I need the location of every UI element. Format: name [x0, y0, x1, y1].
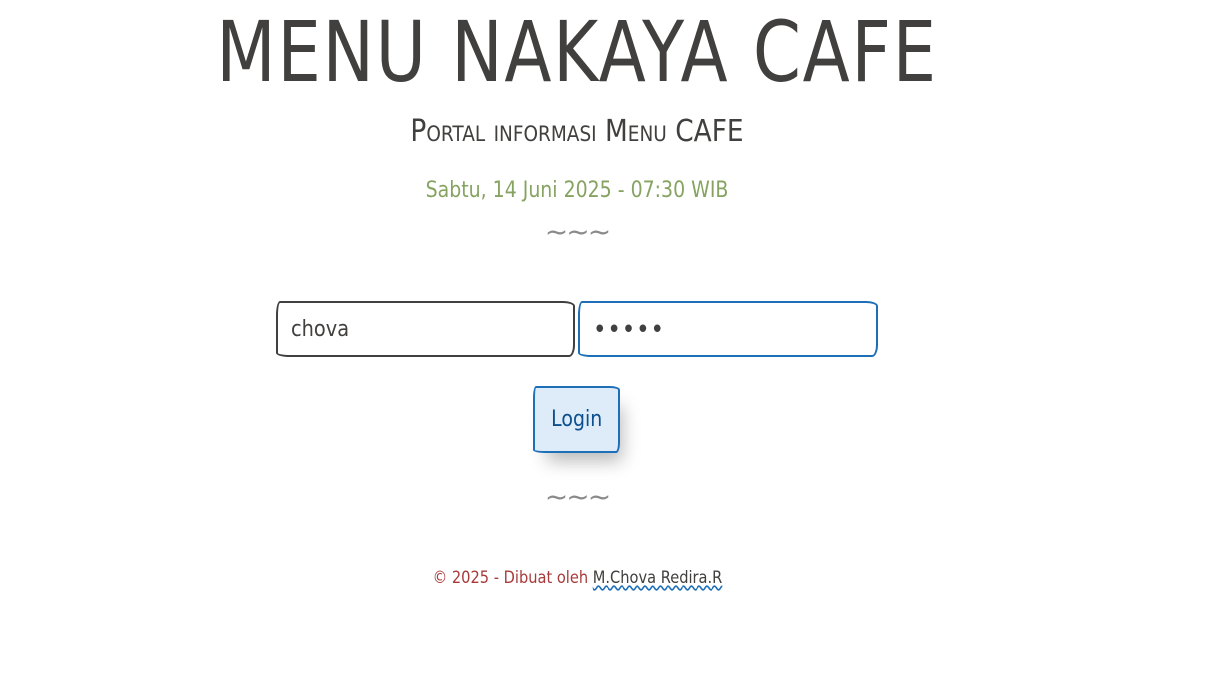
top-divider: ~~~: [544, 215, 611, 248]
login-button[interactable]: Login: [533, 386, 620, 453]
author-link[interactable]: M.Chova Redira.R: [592, 568, 722, 588]
username-input[interactable]: chova: [276, 301, 575, 357]
login-button-label: Login: [550, 407, 603, 432]
footer-copyright: © 2025 - Dibuat oleh: [432, 568, 593, 588]
username-value: chova: [291, 317, 350, 342]
login-page: MENU NAKAYA CAFE Portal informasi Menu C…: [0, 0, 1210, 685]
current-datetime: Sabtu, 14 Juni 2025 - 07:30 WIB: [425, 178, 729, 203]
footer: © 2025 - Dibuat oleh M.Chova Redira.R: [0, 566, 1154, 590]
page-subtitle: Portal informasi Menu CAFE: [410, 114, 744, 149]
page-title: MENU NAKAYA CAFE: [216, 3, 938, 101]
bottom-divider: ~~~: [544, 480, 611, 513]
password-input[interactable]: •••••: [578, 301, 878, 357]
password-value: •••••: [593, 315, 665, 345]
